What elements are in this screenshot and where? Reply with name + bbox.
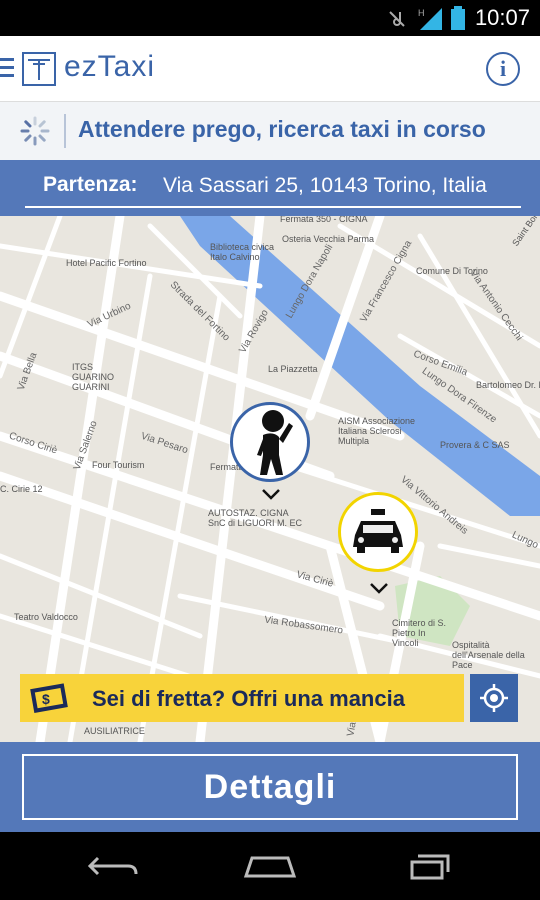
recent-apps-icon[interactable] [398, 850, 458, 882]
details-button[interactable]: Dettagli [22, 754, 518, 820]
tip-offer-button[interactable]: $ Sei di fretta? Offri una mancia [20, 674, 464, 722]
departure-address[interactable]: Via Sassari 25, 10143 Torino, Italia [163, 174, 487, 198]
departure-label: Partenza: [43, 173, 138, 196]
map-label: AUTOSTAZ. CIGNA SnC di LIGUORI M. EC [208, 508, 303, 528]
pickup-marker[interactable] [230, 402, 310, 482]
home-icon[interactable] [240, 850, 300, 882]
map-label: Provera & C SAS [440, 440, 510, 450]
app-bar: ezTaxi i [0, 36, 540, 102]
map-label: AUSILIATRICE [84, 726, 145, 736]
map-label: Teatro Valdocco [14, 612, 78, 622]
map-label: Fermata 350 - CIGNA [280, 216, 368, 224]
clock: 10:07 [474, 5, 530, 30]
map-label: La Piazzetta [268, 364, 318, 374]
chevron-down-icon [370, 583, 388, 594]
map-label: ITGS GUARINO GUARINI [72, 362, 115, 392]
app-title: ezTaxi [64, 50, 156, 83]
signal-icon: H [418, 8, 442, 30]
map-label: Bartolomeo Dr. Nic [476, 380, 540, 390]
map-label: Cimitero di S. Pietro In Vincoli [392, 618, 447, 648]
departure-field[interactable]: Partenza: Via Sassari 25, 10143 Torino, … [25, 170, 521, 208]
search-status-text: Attendere prego, ricerca taxi in corso [78, 116, 486, 142]
map-label: C. Cirie 12 [0, 484, 43, 494]
logo-icon [28, 59, 50, 80]
tip-offer-text: Sei di fretta? Offri una mancia [92, 686, 405, 711]
search-status-banner: Attendere prego, ricerca taxi in corso [0, 102, 540, 160]
map-label: Osteria Vecchia Parma [282, 234, 375, 244]
taxi-marker[interactable] [338, 492, 418, 572]
status-bar: H 10:07 [0, 0, 540, 36]
menu-icon[interactable] [0, 58, 14, 80]
chevron-down-icon [262, 489, 280, 500]
back-icon[interactable] [84, 850, 144, 882]
divider [64, 114, 66, 148]
mute-icon [389, 11, 405, 27]
map-view[interactable]: Hotel Pacific Fortino Biblioteca civica … [0, 216, 540, 742]
map-label: Hotel Pacific Fortino [66, 258, 147, 268]
map-label: AISM Associazione Italiana Sclerosi Mult… [338, 416, 416, 446]
battery-icon [451, 6, 465, 30]
loading-spinner-icon [20, 116, 50, 146]
taxi-icon [353, 509, 403, 553]
navigation-bar [0, 832, 540, 900]
map-label: Four Tourism [92, 460, 145, 470]
money-icon: $ [30, 683, 68, 713]
crosshair-icon [480, 684, 508, 712]
person-icon [257, 410, 293, 475]
locate-button[interactable] [470, 674, 518, 722]
footer: Dettagli [0, 742, 540, 832]
svg-text:H: H [418, 8, 425, 18]
svg-text:$: $ [42, 691, 50, 707]
info-button[interactable]: i [486, 52, 520, 86]
map-label: Ospitalità dell'Arsenale della Pace [452, 640, 525, 670]
departure-bar[interactable]: Partenza: Via Sassari 25, 10143 Torino, … [0, 160, 540, 216]
app-logo [22, 52, 56, 86]
map-label: Biblioteca civica Italo Calvino [210, 242, 275, 262]
